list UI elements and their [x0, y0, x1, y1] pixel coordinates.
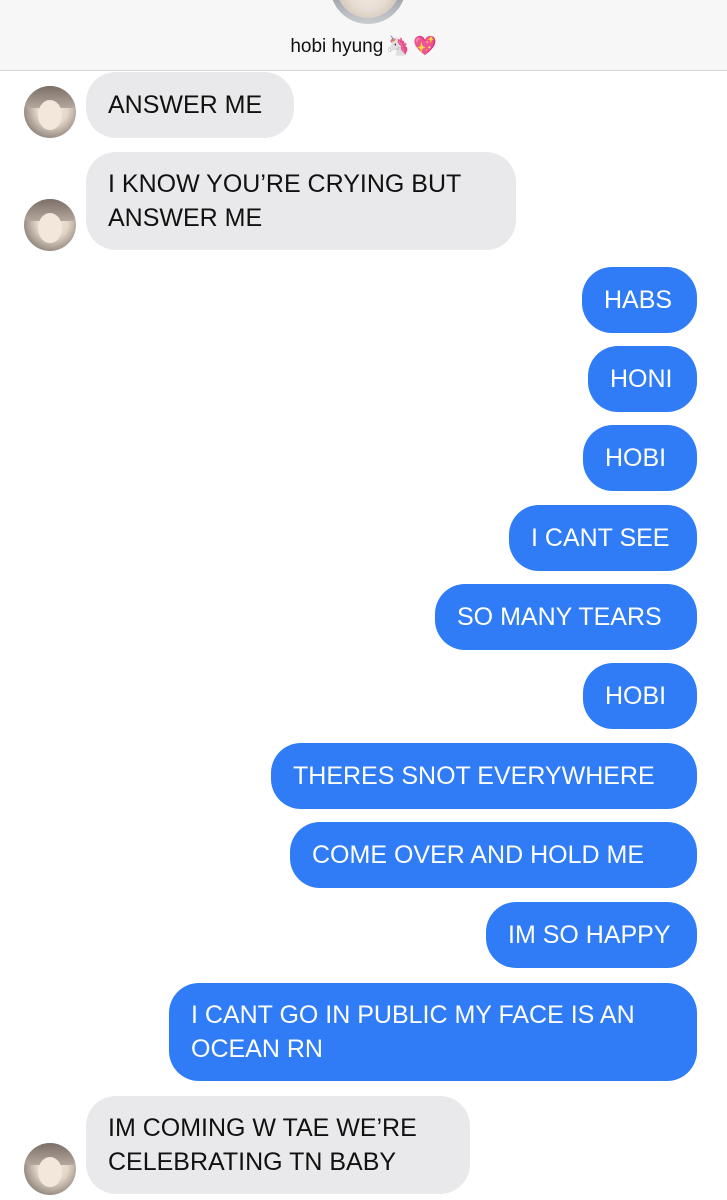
message-bubble-incoming[interactable]: IM COMING W TAE WE’RE CELEBRATING TN BAB…: [86, 1096, 470, 1194]
message-text: HABS: [604, 286, 673, 314]
unicorn-emoji: 🦄: [386, 36, 410, 57]
message-bubble-outgoing[interactable]: HABS: [582, 267, 697, 333]
message-text: HOBI: [605, 682, 667, 710]
message-bubble-incoming[interactable]: I KNOW YOU’RE CRYING BUT ANSWER ME: [86, 152, 516, 250]
contact-avatar[interactable]: [24, 1143, 76, 1195]
message-text: THERES SNOT EVERYWHERE: [293, 762, 655, 790]
message-bubble-outgoing[interactable]: IM SO HAPPY: [486, 902, 697, 968]
message-text: I KNOW YOU’RE CRYING BUT ANSWER ME: [108, 170, 462, 232]
message-text: IM SO HAPPY: [508, 921, 671, 949]
message-text: HONI: [610, 365, 673, 393]
message-text: HOBI: [605, 444, 667, 472]
sparkling-heart-emoji: 💖: [412, 36, 437, 57]
contact-name-row[interactable]: hobi hyung 🦄 💖: [0, 34, 727, 58]
message-text: I CANT SEE: [531, 524, 670, 552]
message-bubble-outgoing[interactable]: HOBI: [583, 425, 697, 491]
contact-avatar[interactable]: [24, 86, 76, 138]
message-bubble-outgoing[interactable]: COME OVER AND HOLD ME: [290, 822, 697, 888]
message-bubble-outgoing[interactable]: I CANT GO IN PUBLIC MY FACE IS AN OCEAN …: [169, 983, 697, 1081]
message-text: IM COMING W TAE WE’RE CELEBRATING TN BAB…: [108, 1114, 417, 1176]
message-bubble-outgoing[interactable]: I CANT SEE: [509, 505, 697, 571]
message-bubble-incoming[interactable]: ANSWER ME: [86, 72, 294, 138]
message-bubble-outgoing[interactable]: HOBI: [583, 663, 697, 729]
message-text: ANSWER ME: [108, 91, 263, 119]
message-bubble-outgoing[interactable]: SO MANY TEARS: [435, 584, 697, 650]
conversation-header: hobi hyung 🦄 💖: [0, 0, 727, 71]
message-text: I CANT GO IN PUBLIC MY FACE IS AN OCEAN …: [191, 1001, 635, 1063]
avatar-photo: [336, 0, 400, 18]
message-text: SO MANY TEARS: [457, 603, 662, 631]
contact-avatar[interactable]: [24, 199, 76, 251]
message-bubble-outgoing[interactable]: HONI: [588, 346, 697, 412]
message-text: COME OVER AND HOLD ME: [312, 841, 644, 869]
contact-avatar-header[interactable]: [330, 0, 406, 24]
message-bubble-outgoing[interactable]: THERES SNOT EVERYWHERE: [271, 743, 697, 809]
contact-name: hobi hyung: [290, 36, 384, 57]
